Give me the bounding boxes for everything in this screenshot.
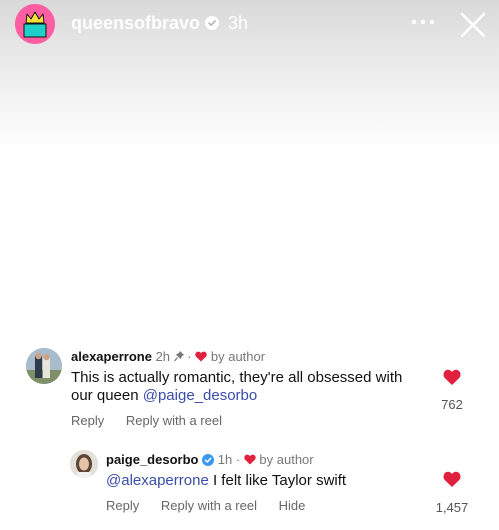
by-author-label: by author (259, 452, 314, 467)
reply-button[interactable]: Reply (71, 413, 104, 428)
like-heart-icon[interactable] (443, 471, 461, 488)
crown-logo-icon (15, 4, 55, 44)
like-count: 1,457 (435, 500, 469, 515)
verified-badge-icon (205, 16, 219, 30)
heart-icon (244, 454, 256, 465)
reply-button[interactable]: Reply (106, 498, 139, 513)
heart-icon (195, 351, 207, 362)
avatar-photo-icon (26, 348, 62, 384)
avatar-photo-icon (70, 450, 98, 478)
like-count: 762 (441, 397, 463, 412)
commenter-username[interactable]: paige_desorbo (106, 452, 198, 467)
verified-badge-icon (202, 454, 215, 466)
mention-link[interactable]: @paige_desorbo (143, 387, 257, 404)
mention-link[interactable]: @alexaperrone (106, 472, 209, 489)
comment-time: 1h (217, 452, 233, 467)
comment-actions: Reply Reply with a reel (71, 413, 240, 428)
story-time: 3h (228, 13, 249, 33)
commenter-avatar[interactable] (70, 450, 98, 478)
reply-comment-item: paige_desorbo 1h · by author @alexaperro… (0, 444, 499, 530)
commenter-avatar[interactable] (26, 348, 62, 384)
comment-time: 2h (155, 349, 171, 364)
comment-item: alexaperrone 2h · by author This is actu… (0, 340, 499, 440)
comment-text: @alexaperrone I felt like Taylor swift (106, 472, 426, 490)
comment-text: This is actually romantic, they're all o… (71, 369, 411, 405)
comment-meta: paige_desorbo 1h · by author (106, 452, 314, 467)
by-author-label: by author (210, 349, 266, 364)
hide-button[interactable]: Hide (279, 498, 306, 513)
pin-icon (173, 351, 184, 362)
story-header: queensofbravo 3h (0, 0, 499, 50)
like-heart-icon[interactable] (443, 369, 461, 386)
comment-meta: alexaperrone 2h · by author (71, 349, 266, 364)
comment-body: I felt like Taylor swift (212, 472, 347, 489)
close-icon[interactable] (458, 10, 488, 40)
commenter-username[interactable]: alexaperrone (71, 349, 152, 364)
reply-with-reel-button[interactable]: Reply with a reel (161, 498, 257, 513)
reply-with-reel-button[interactable]: Reply with a reel (126, 413, 222, 428)
story-username[interactable]: queensofbravo (71, 13, 200, 34)
account-avatar[interactable] (15, 4, 55, 44)
comment-actions: Reply Reply with a reel Hide (106, 498, 323, 513)
more-options-icon[interactable] (410, 14, 436, 30)
